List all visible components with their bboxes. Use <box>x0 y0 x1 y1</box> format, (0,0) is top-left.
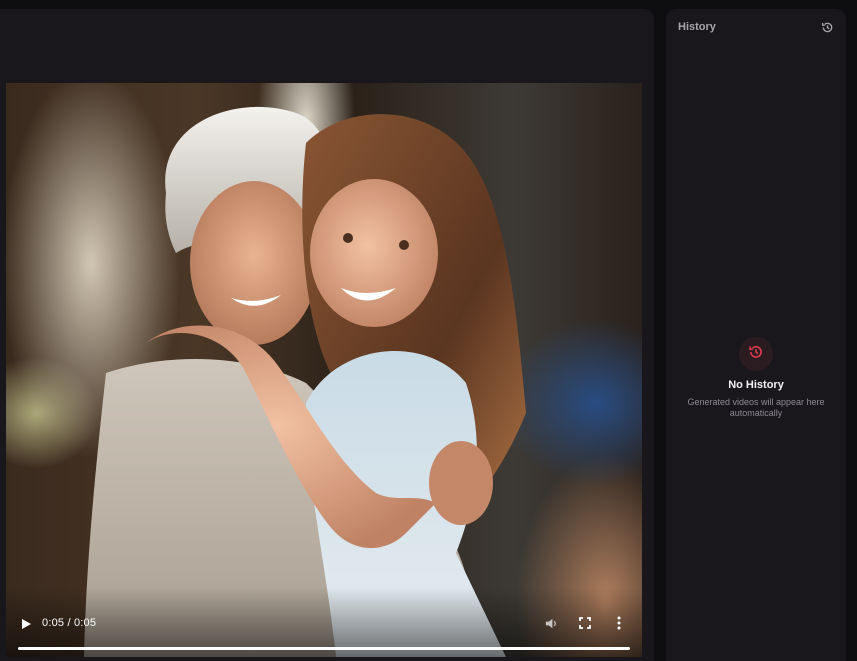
more-vertical-icon[interactable] <box>616 616 628 632</box>
volume-icon[interactable] <box>544 616 560 632</box>
time-display: 0:05 / 0:05 <box>42 617 97 629</box>
video-player[interactable]: 0:05 / 0:05 <box>6 83 642 657</box>
progress-bar[interactable] <box>18 647 630 650</box>
history-icon[interactable] <box>821 21 834 34</box>
empty-history-description: Generated videos will appear here automa… <box>687 397 825 418</box>
fullscreen-icon[interactable] <box>578 616 594 632</box>
video-frame-subjects <box>84 106 526 657</box>
app-window: 0:05 / 0:05 History No History Generated… <box>0 0 857 661</box>
history-empty-state: No History Generated videos will appear … <box>666 337 846 419</box>
history-sidebar: History No History Generated videos will… <box>666 9 846 661</box>
video-panel: 0:05 / 0:05 <box>0 9 654 661</box>
empty-history-icon-badge <box>739 337 773 371</box>
play-icon[interactable] <box>20 617 34 631</box>
video-controls: 0:05 / 0:05 <box>6 597 642 657</box>
empty-history-title: No History <box>728 379 784 391</box>
history-title: History <box>678 21 716 33</box>
progress-bar-fill <box>18 647 630 650</box>
history-icon <box>748 344 764 365</box>
